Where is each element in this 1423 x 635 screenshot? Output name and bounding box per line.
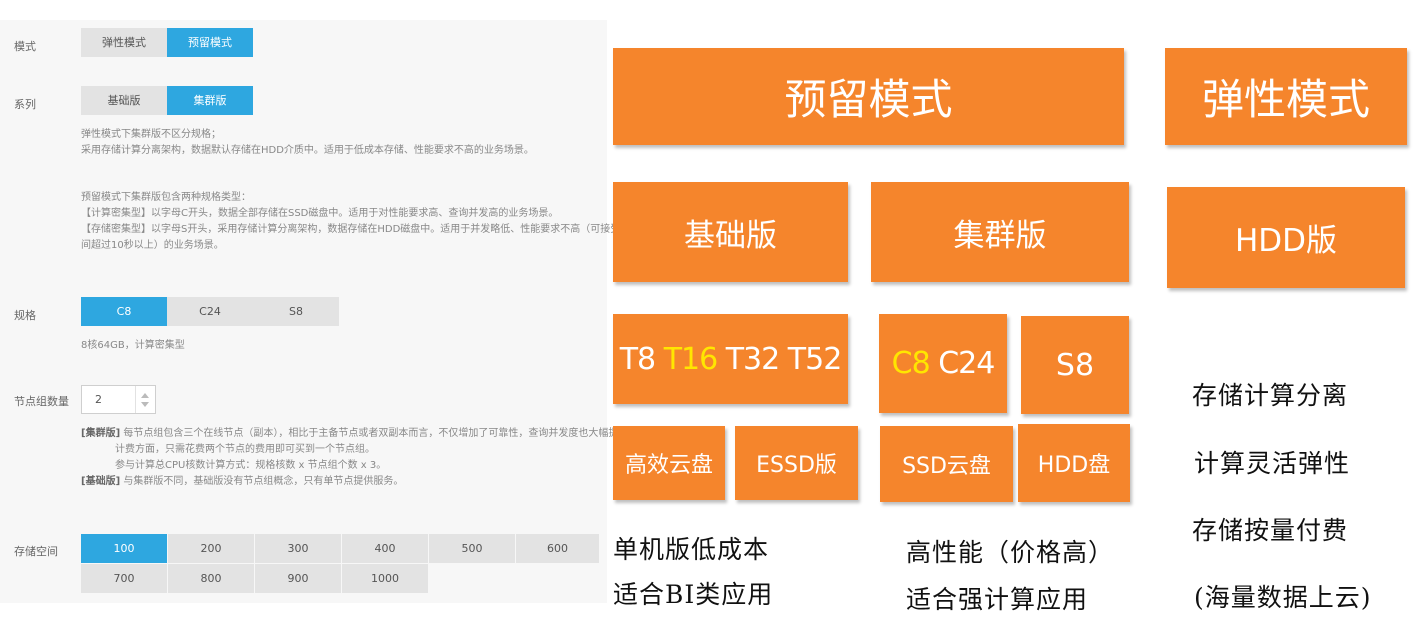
node-notes: [集群版] 每节点组包含三个在线节点（副本），相比于主备节点或者双副本而言，不仅…: [81, 426, 638, 490]
cluster-c-specs-box: C8 C24: [879, 314, 1007, 413]
decrement-icon[interactable]: [141, 402, 149, 407]
console-form-panel: 模式 弹性模式 预留模式 系列 基础版 集群版 弹性模式下集群版不区分规格； 采…: [0, 20, 690, 603]
node-count-stepper[interactable]: [81, 385, 156, 414]
node-count-input[interactable]: [82, 386, 136, 413]
spec-tag: T32: [725, 341, 780, 377]
series-label: 系列: [14, 98, 36, 111]
efficient-cloud-disk-box: 高效云盘: [613, 426, 725, 500]
elastic-note-line: (海量数据上云): [1194, 583, 1372, 612]
series-description-elastic: 弹性模式下集群版不区分规格； 采用存储计算分离架构，数据默认存储在HDD介质中。…: [81, 127, 534, 159]
storage-option[interactable]: 300: [255, 534, 341, 563]
storage-option[interactable]: 800: [168, 564, 254, 593]
cluster-s-spec-box: S8: [1021, 316, 1129, 414]
node-note-line: 计费方面，只需花费两个节点的费用即可买到一个节点组。: [81, 442, 638, 458]
storage-option[interactable]: 1000: [342, 564, 428, 593]
essd-edition-box: ESSD版: [735, 426, 858, 500]
spec-label: 规格: [14, 309, 36, 322]
cluster-note-line: 适合强计算应用: [906, 585, 1089, 614]
nodes-label: 节点组数量: [14, 395, 69, 408]
elastic-note-line: 存储按量付费: [1192, 516, 1349, 545]
basic-edition-box: 基础版: [613, 182, 848, 282]
node-note-line: 参与计算总CPU核数计算方式：规格核数 x 节点组个数 x 3。: [81, 458, 638, 474]
storage-option[interactable]: 900: [255, 564, 341, 593]
note-text: 计费方面，只需花费两个节点的费用即可买到一个节点组。: [115, 444, 375, 455]
increment-icon[interactable]: [141, 393, 149, 398]
elastic-note-line: 计算灵活弹性: [1194, 449, 1351, 478]
storage-option[interactable]: 700: [81, 564, 167, 593]
storage-option[interactable]: 500: [429, 534, 515, 563]
mode-option-elastic[interactable]: 弹性模式: [81, 28, 167, 57]
desc-line: 弹性模式下集群版不区分规格；: [81, 129, 221, 140]
cluster-note-line: 高性能（价格高）: [906, 538, 1115, 567]
spec-option-c8[interactable]: C8: [81, 297, 167, 326]
desc-line: 采用存储计算分离架构，数据默认存储在HDD介质中。适用于低成本存储、性能要求不高…: [81, 145, 534, 156]
hdd-edition-box: HDD版: [1167, 187, 1405, 288]
note-prefix: [集群版]: [81, 428, 121, 439]
ssd-cloud-disk-box: SSD云盘: [880, 426, 1013, 502]
series-option-basic[interactable]: 基础版: [81, 86, 167, 115]
storage-option[interactable]: 100: [81, 534, 167, 563]
note-text: 参与计算总CPU核数计算方式：规格核数 x 节点组个数 x 3。: [115, 460, 387, 471]
storage-option[interactable]: 600: [516, 534, 599, 563]
desc-line: 【计算密集型】以字母C开头，数据全部存储在SSD磁盘中。适用于对性能要求高、查询…: [81, 208, 559, 219]
mode-option-reserved[interactable]: 预留模式: [167, 28, 253, 57]
mode-label: 模式: [14, 40, 36, 53]
note-text: 与集群版不同，基础版没有节点组概念，只有单节点提供服务。: [120, 476, 404, 487]
spec-tag: T8: [619, 341, 656, 377]
spec-tag-highlight: C8: [891, 346, 931, 381]
spec-description: 8核64GB，计算密集型: [81, 340, 185, 351]
series-description-reserved: 预留模式下集群版包含两种规格类型： 【计算密集型】以字母C开头，数据全部存储在S…: [81, 190, 690, 254]
node-note-line: [基础版] 与集群版不同，基础版没有节点组概念，只有单节点提供服务。: [81, 474, 638, 490]
desc-line: 间超过10秒以上）的业务场景。: [81, 240, 224, 251]
elastic-mode-box: 弹性模式: [1165, 48, 1407, 145]
stepper-arrows[interactable]: [135, 386, 155, 413]
storage-label: 存储空间: [14, 545, 58, 558]
spec-tag-highlight: T16: [663, 341, 718, 377]
series-option-cluster[interactable]: 集群版: [167, 86, 253, 115]
desc-line: 【存储密集型】以字母S开头，采用存储计算分离架构，数据存储在HDD磁盘中。适用于…: [81, 224, 691, 235]
note-prefix: [基础版]: [81, 476, 121, 487]
spec-tag: C24: [938, 346, 995, 381]
storage-option[interactable]: 400: [342, 534, 428, 563]
node-note-line: [集群版] 每节点组包含三个在线节点（副本），相比于主备节点或者双副本而言，不仅…: [81, 426, 638, 442]
elastic-note-line: 存储计算分离: [1192, 381, 1349, 410]
storage-option[interactable]: 200: [168, 534, 254, 563]
note-text: 每节点组包含三个在线节点（副本），相比于主备节点或者双副本而言，不仅增加了可靠性…: [120, 428, 639, 439]
hdd-disk-box: HDD盘: [1018, 424, 1130, 502]
cluster-edition-box: 集群版: [871, 182, 1129, 282]
reserved-mode-box: 预留模式: [613, 48, 1124, 145]
basic-specs-box: T8 T16 T32 T52: [613, 314, 848, 404]
basic-note-line: 适合BI类应用: [613, 580, 774, 609]
basic-note-line: 单机版低成本: [613, 535, 770, 564]
spec-option-c24[interactable]: C24: [167, 297, 253, 326]
spec-tag: T52: [787, 341, 842, 377]
spec-option-s8[interactable]: S8: [253, 297, 339, 326]
desc-line: 预留模式下集群版包含两种规格类型：: [81, 192, 251, 203]
